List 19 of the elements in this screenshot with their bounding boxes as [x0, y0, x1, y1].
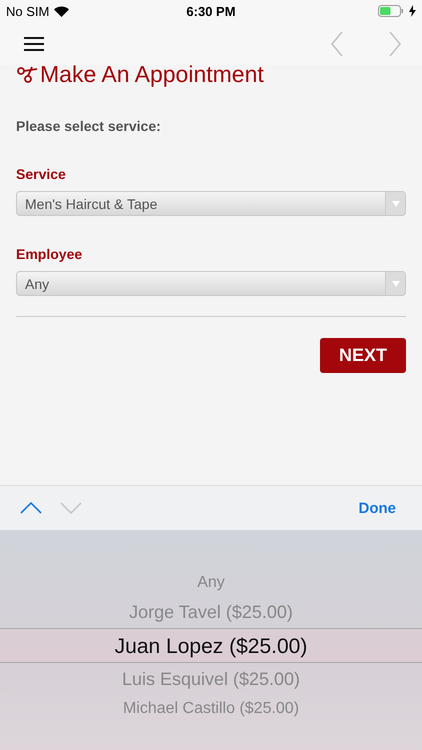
- field-label: Service: [16, 166, 67, 182]
- dropdown-field[interactable]: Any: [16, 271, 406, 296]
- field-label: Employee: [16, 246, 84, 262]
- wifi-icon: [54, 6, 70, 16]
- caret-icon: [392, 280, 400, 286]
- previous-field-button[interactable]: [18, 500, 44, 516]
- picker-wheel[interactable]: Any Jorge Tavel ($25.00) Juan Lopez ($25.00) Luis Esquivel ($25.00) Michael Castillo ($25.00): [0, 530, 422, 750]
- instruction-text: Please select service:: [16, 118, 162, 134]
- done-button[interactable]: Done: [352, 498, 402, 518]
- picker-option[interactable]: Juan Lopez ($25.00): [0, 628, 422, 663]
- caret-icon: [392, 200, 400, 206]
- dropdown-field[interactable]: Men's Haircut & Tape: [16, 191, 406, 216]
- carrier-name: No SIM: [6, 4, 50, 18]
- clock-time: 6:30 PM: [186, 4, 236, 18]
- menu-button[interactable]: [22, 34, 46, 52]
- battery-icon: [378, 5, 404, 17]
- next-button[interactable]: NEXT: [320, 338, 406, 373]
- scissors-icon: [16, 66, 38, 84]
- page-title: Make An Appointment: [40, 61, 264, 88]
